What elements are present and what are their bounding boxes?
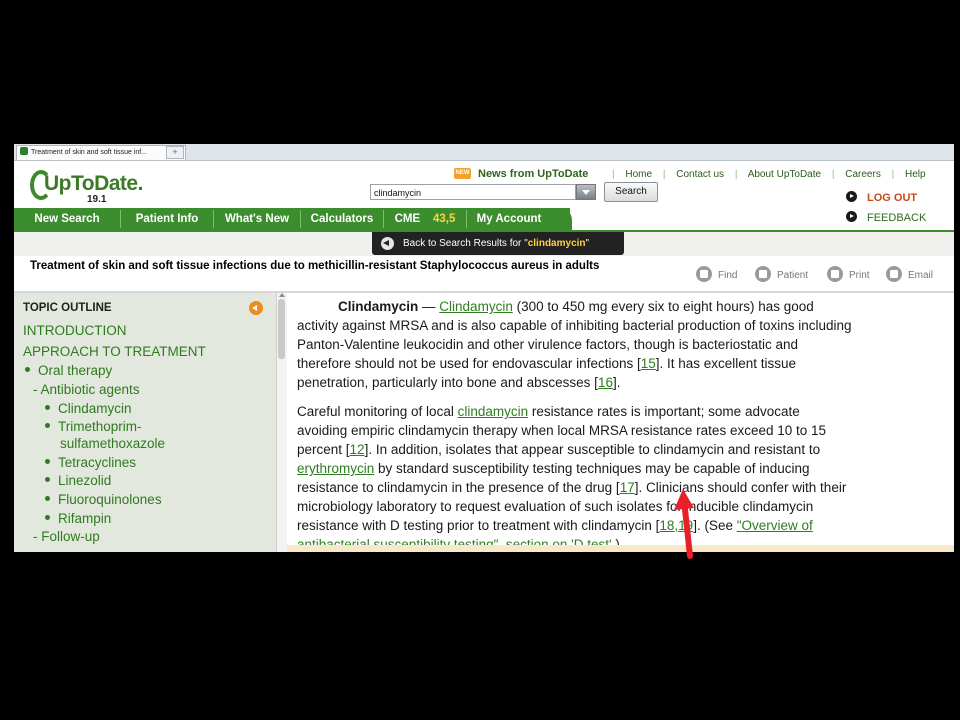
bullet-icon [25, 367, 30, 372]
nav-cme[interactable]: CME 43,5 [384, 208, 466, 230]
bullet-icon [45, 423, 50, 428]
collapse-outline-icon[interactable] [249, 301, 263, 315]
outline-item-linezolid[interactable]: Linezolid [45, 473, 111, 488]
back-to-results-button[interactable]: Back to Search Results for "clindamycin" [372, 232, 624, 255]
nav-patient-info[interactable]: Patient Info [121, 208, 213, 230]
top-link-help[interactable]: Help [905, 169, 926, 180]
outline-item-antibiotic-agents[interactable]: - Antibiotic agents [33, 382, 140, 397]
outline-heading: TOPIC OUTLINE [23, 302, 112, 314]
outline-item-tmp-smx[interactable]: Trimethoprim- [45, 419, 142, 434]
topic-link-susceptibility[interactable]: "Overview of [737, 518, 813, 533]
drug-link-clindamycin[interactable]: Clindamycin [439, 299, 513, 314]
play-icon [846, 191, 857, 202]
bullet-icon [45, 459, 50, 464]
patient-tool[interactable]: Patient [755, 266, 808, 282]
outline-item-fluoroquinolones[interactable]: Fluoroquinolones [45, 492, 162, 507]
favicon-icon [20, 147, 28, 155]
find-tool[interactable]: Find [696, 266, 737, 282]
email-tool[interactable]: Email [886, 266, 933, 282]
topic-outline: TOPIC OUTLINE INTRODUCTION APPROACH TO T… [14, 293, 276, 552]
browser-tab-bar: Treatment of skin and soft tissue inf...… [14, 144, 954, 161]
outline-item-rifampin[interactable]: Rifampin [45, 511, 111, 526]
news-label: News from UpToDate [478, 168, 589, 180]
nav-whats-new[interactable]: What's New [214, 208, 300, 230]
cme-value: 43,5 [432, 213, 456, 225]
search-input[interactable]: clindamycin [370, 184, 576, 200]
email-icon [886, 266, 902, 282]
topic-content: Clindamycin — Clindamycin (300 to 450 mg… [287, 293, 954, 552]
search-dropdown-button[interactable] [576, 184, 596, 200]
reference-link[interactable]: 16 [598, 375, 613, 390]
outline-item-tmp-smx-cont[interactable]: sulfamethoxazole [60, 436, 165, 451]
logo-text: UpToDate. [44, 172, 143, 195]
top-link-contact[interactable]: Contact us [676, 169, 724, 180]
outline-item-clindamycin[interactable]: Clindamycin [45, 401, 132, 416]
feedback-link[interactable]: FEEDBACK [846, 211, 926, 224]
drug-link-clindamycin[interactable]: clindamycin [458, 404, 529, 419]
nav-my-account[interactable]: My Account [467, 208, 551, 230]
topic-title: Treatment of skin and soft tissue infect… [30, 260, 600, 272]
reference-link-17[interactable]: 17 [620, 480, 635, 495]
new-badge-icon: NEW [454, 168, 471, 179]
paragraph-monitoring: Careful monitoring of local clindamycin … [297, 402, 949, 552]
bullet-icon [45, 477, 50, 482]
reference-link[interactable]: 15 [641, 356, 656, 371]
bullet-icon [45, 496, 50, 501]
top-link-careers[interactable]: Careers [845, 169, 881, 180]
outline-scrollbar[interactable] [276, 293, 287, 552]
patient-icon [755, 266, 771, 282]
top-link-about[interactable]: About UpToDate [748, 169, 821, 180]
scroll-thumb[interactable] [278, 299, 285, 359]
print-icon [827, 266, 843, 282]
top-links: | Home | Contact us | About UpToDate | C… [612, 169, 926, 180]
browser-tab[interactable]: Treatment of skin and soft tissue inf... [16, 145, 186, 160]
topic-title-bar: Treatment of skin and soft tissue infect… [14, 256, 954, 292]
outline-item-oral-therapy[interactable]: Oral therapy [25, 363, 112, 378]
print-tool[interactable]: Print [827, 266, 870, 282]
main-nav: New Search Patient Info What's New Calcu… [14, 208, 570, 230]
reference-link[interactable]: 18,19 [659, 518, 693, 533]
search-button[interactable]: Search [604, 182, 658, 202]
bullet-icon [45, 515, 50, 520]
bullet-icon [45, 405, 50, 410]
top-link-home[interactable]: Home [625, 169, 652, 180]
uptodate-logo[interactable]: UpToDate. 19.1 [30, 168, 143, 206]
tab-title: Treatment of skin and soft tissue inf... [31, 149, 148, 156]
scroll-up-icon [279, 293, 285, 297]
nav-calculators[interactable]: Calculators [301, 208, 383, 230]
play-icon [846, 211, 857, 222]
screenshot-window: Treatment of skin and soft tissue inf...… [14, 144, 954, 552]
back-search-term: clindamycin [527, 238, 586, 249]
outline-item-follow-up[interactable]: - Follow-up [33, 529, 100, 544]
reference-link[interactable]: 12 [350, 442, 365, 457]
logo-version: 19.1 [87, 194, 107, 205]
logout-link[interactable]: LOG OUT [846, 191, 917, 204]
new-tab-button[interactable]: + [166, 146, 184, 159]
paragraph-clindamycin: Clindamycin — Clindamycin (300 to 450 mg… [297, 299, 852, 390]
back-arrow-icon [381, 237, 394, 250]
outline-item-introduction[interactable]: INTRODUCTION [23, 323, 127, 338]
outline-item-tetracyclines[interactable]: Tetracyclines [45, 455, 136, 470]
outline-item-approach[interactable]: APPROACH TO TREATMENT [23, 344, 206, 359]
find-icon [696, 266, 712, 282]
drug-link-erythromycin[interactable]: erythromycin [297, 461, 374, 476]
nav-new-search[interactable]: New Search [14, 208, 120, 230]
